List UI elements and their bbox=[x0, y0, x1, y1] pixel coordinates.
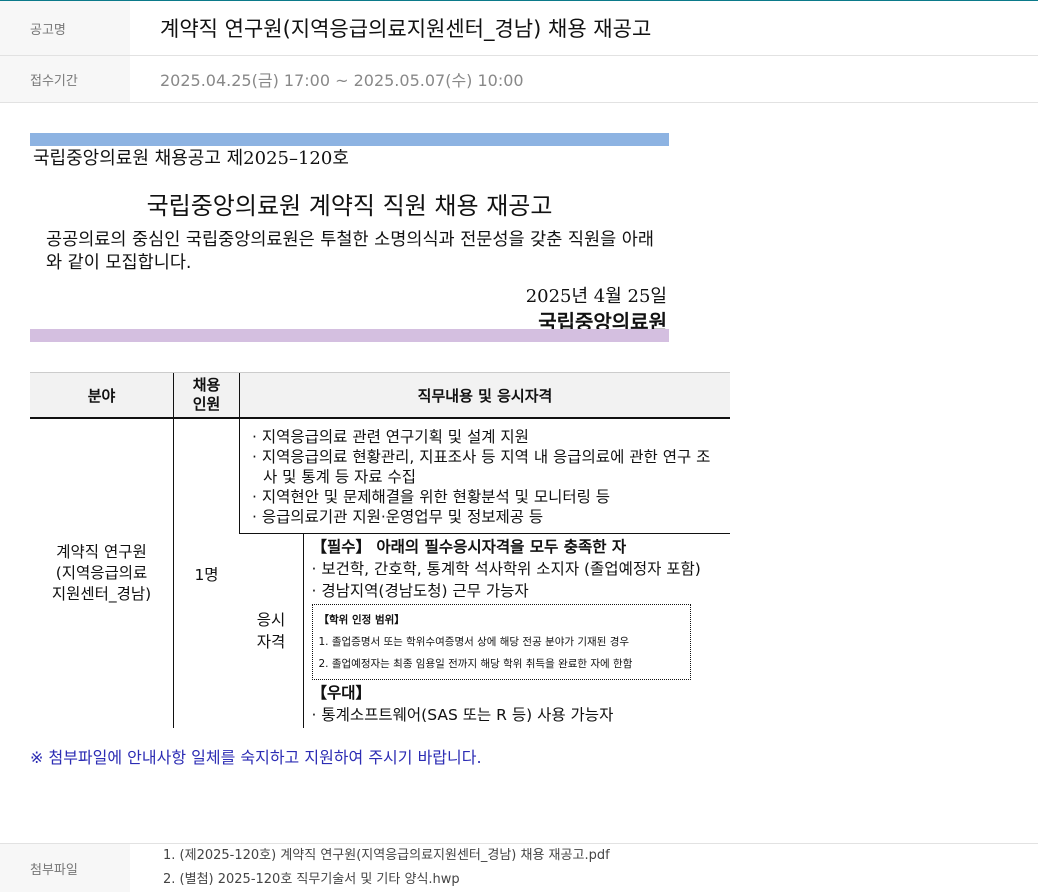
degree-scope-item: 2. 졸업예정자는 최종 임용일 전까지 해당 학위 취득을 완료한 자에 한함 bbox=[318, 658, 633, 670]
intro-text: 공공의료의 중심인 국립중앙의료원은 투철한 소명의식과 전문성을 갖춘 직원을… bbox=[46, 230, 654, 273]
header-count: 채용 인원 bbox=[173, 372, 240, 419]
degree-scope-box: 【학위 인정 범위】 1. 졸업증명서 또는 학위수여증명서 상에 해당 전공 … bbox=[311, 604, 691, 680]
required-item: · 보건학, 간호학, 통계학 석사학위 소지자 (졸업예정자 포함) bbox=[311, 560, 701, 578]
application-period: 2025.04.25(금) 17:00 ~ 2025.05.07(수) 10:0… bbox=[160, 71, 524, 90]
required-heading: 【필수】 아래의 필수응시자격을 모두 충족한 자 bbox=[311, 538, 627, 556]
header-duties: 직무내용 및 응시자격 bbox=[239, 372, 730, 419]
qualification-label: 응시 자격 bbox=[256, 611, 286, 651]
table-header-row: 분야 채용 인원 직무내용 및 응시자격 bbox=[30, 372, 730, 419]
qualification-cell: 【필수】 아래의 필수응시자격을 모두 충족한 자 · 보건학, 간호학, 통계… bbox=[302, 533, 730, 728]
degree-scope-item: 1. 졸업증명서 또는 학위수여증명서 상에 해당 전공 분야가 기재된 경우 bbox=[318, 636, 630, 648]
announcement-number: 국립중앙의료원 채용공고 제2025–120호 bbox=[33, 148, 349, 169]
required-item: · 경남지역(경남도청) 근무 가능자 bbox=[311, 582, 529, 600]
title-label: 공고명 bbox=[0, 1, 130, 55]
bottom-decor-bar bbox=[30, 329, 669, 342]
count-cell: 1명 bbox=[173, 418, 240, 728]
preferred-heading: 【우대】 bbox=[311, 684, 372, 702]
title-row: 공고명 계약직 연구원(지역응급의료지원센터_경남) 채용 재공고 bbox=[0, 1, 1038, 56]
attachment-link[interactable]: 1. (제2025-120호) 계약직 연구원(지역응급의료지원센터_경남) 채… bbox=[163, 844, 610, 868]
attachment-link[interactable]: 2. (별첨) 2025-120호 직무기술서 및 기타 양식.hwp bbox=[163, 868, 610, 892]
recruitment-table: 분야 채용 인원 직무내용 및 응시자격 계약직 연구원 (지역응급의료 지원센… bbox=[30, 372, 730, 728]
header-field: 분야 bbox=[30, 372, 174, 419]
table-row: 계약직 연구원 (지역응급의료 지원센터_경남) 1명 · 지역응급의료 관련 … bbox=[30, 418, 730, 728]
post-title: 계약직 연구원(지역응급의료지원센터_경남) 채용 재공고 bbox=[160, 17, 652, 41]
notice-text: ※ 첨부파일에 안내사항 일체를 숙지하고 지원하여 주시기 바랍니다. bbox=[30, 748, 482, 767]
degree-scope-heading: 【학위 인정 범위】 bbox=[318, 614, 405, 626]
duties-cell: · 지역응급의료 관련 연구기획 및 설계 지원 · 지역응급의료 현황관리, … bbox=[239, 418, 730, 534]
duty-item: · 지역현안 및 문제해결을 위한 현황분석 및 모니터링 등 bbox=[252, 488, 611, 506]
attachment-list: 1. (제2025-120호) 계약직 연구원(지역응급의료지원센터_경남) 채… bbox=[163, 844, 610, 892]
duty-item: · 지역응급의료 현황관리, 지표조사 등 지역 내 응급의료에 관한 연구 조… bbox=[252, 448, 711, 486]
attachments-row: 첨부파일 1. (제2025-120호) 계약직 연구원(지역응급의료지원센터_… bbox=[0, 843, 1038, 892]
duty-item: · 응급의료기관 지원·운영업무 및 정보제공 등 bbox=[252, 508, 544, 526]
field-cell: 계약직 연구원 (지역응급의료 지원센터_경남) bbox=[51, 543, 152, 603]
period-row: 접수기간 2025.04.25(금) 17:00 ~ 2025.05.07(수)… bbox=[0, 56, 1038, 103]
preferred-item: · 통계소프트웨어(SAS 또는 R 등) 사용 가능자 bbox=[311, 706, 614, 724]
attachments-label: 첨부파일 bbox=[0, 844, 130, 892]
period-label: 접수기간 bbox=[0, 56, 130, 102]
document-title: 국립중앙의료원 계약직 직원 채용 재공고 bbox=[146, 192, 553, 220]
announcement-date: 2025년 4월 25일 bbox=[525, 286, 667, 307]
duty-item: · 지역응급의료 관련 연구기획 및 설계 지원 bbox=[252, 428, 529, 446]
